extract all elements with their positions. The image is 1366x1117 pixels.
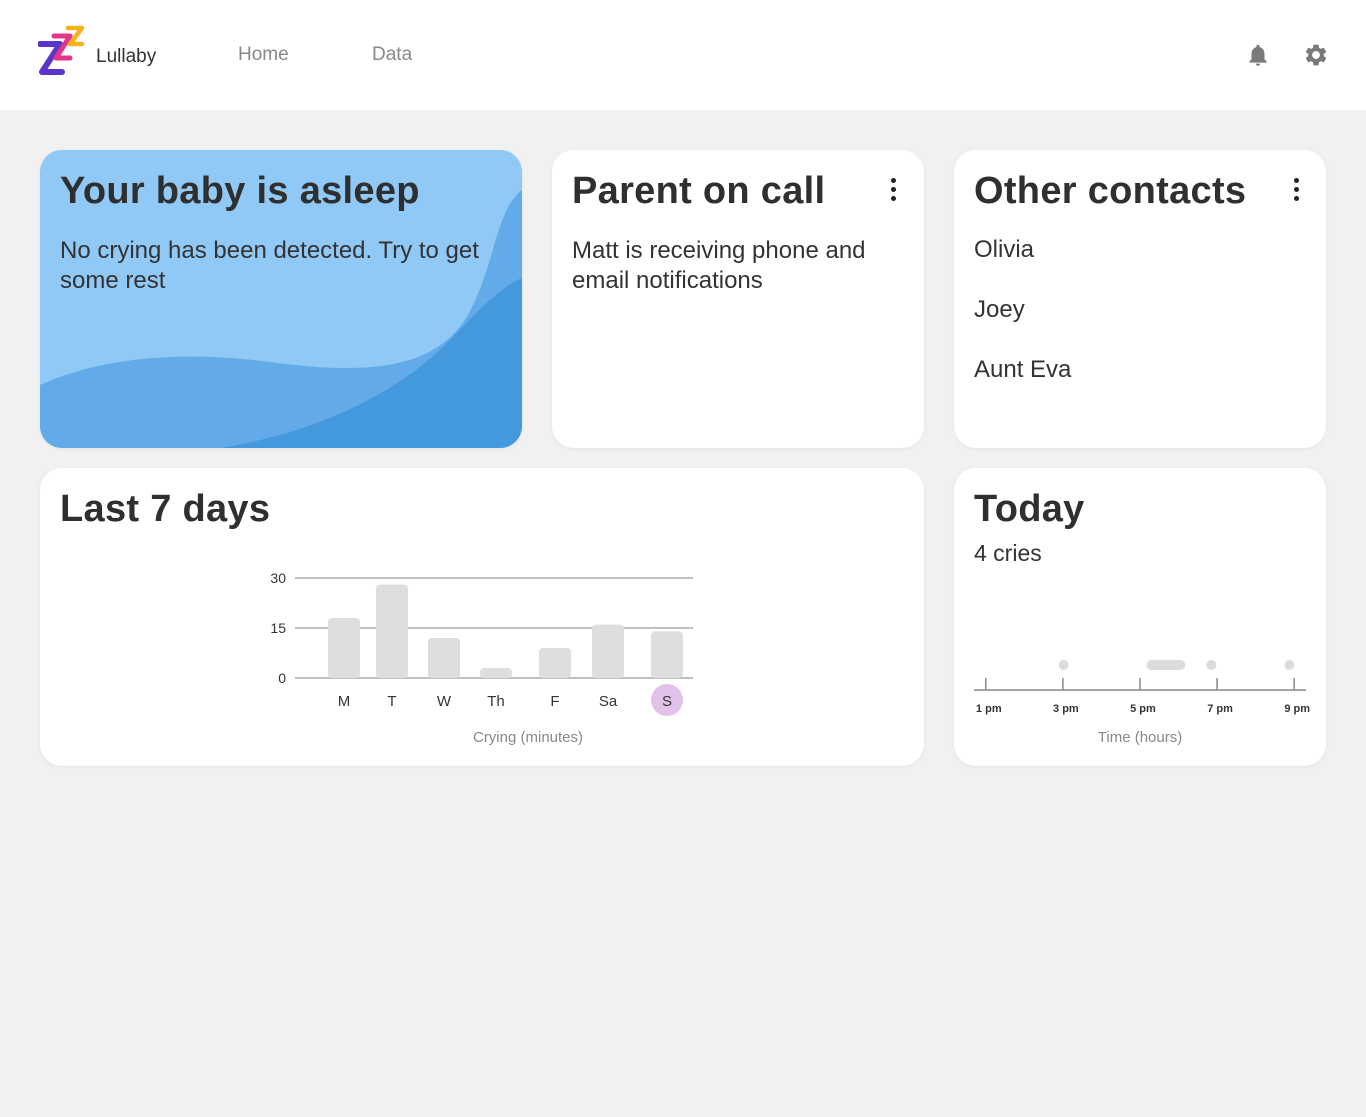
x-tick-label: S bbox=[662, 693, 672, 710]
brand-name: Lullaby bbox=[96, 46, 157, 67]
x-axis-title: Time (hours) bbox=[1098, 729, 1182, 746]
more-vertical-icon[interactable] bbox=[1290, 178, 1302, 206]
on-call-title: Parent on call bbox=[572, 170, 826, 212]
bell-icon[interactable] bbox=[1245, 42, 1271, 68]
x-tick-label: 7 pm bbox=[1207, 703, 1233, 715]
x-tick-label: Th bbox=[487, 693, 505, 710]
x-tick-label: T bbox=[387, 693, 396, 710]
gear-icon[interactable] bbox=[1303, 42, 1329, 68]
y-tick-label: 30 bbox=[270, 570, 286, 586]
baby-status-card: Your baby is asleep No crying has been d… bbox=[40, 150, 522, 448]
nav-data[interactable]: Data bbox=[372, 44, 412, 66]
x-tick-label: 9 pm bbox=[1284, 703, 1310, 715]
y-tick-label: 15 bbox=[270, 620, 286, 636]
bar-W bbox=[428, 638, 460, 678]
contacts-title: Other contacts bbox=[974, 170, 1247, 212]
cry-event-point bbox=[1284, 660, 1295, 670]
today-cries-timeline: 1 pm 3 pm 5 pm 7 pm 9 pm Time (hours) bbox=[974, 660, 1310, 746]
status-title: Your baby is asleep bbox=[60, 170, 420, 212]
today-card: Today 4 cries 1 pm 3 pm 5 pm 7 pm 9 pm Time (… bbox=[954, 468, 1326, 766]
bar-M bbox=[328, 618, 360, 678]
x-tick-label: 5 pm bbox=[1130, 703, 1156, 715]
x-tick-label: M bbox=[338, 693, 351, 710]
last-7-days-card: Last 7 days 0 15 30 M T W Th F Sa S Crying (minute… bbox=[40, 468, 924, 766]
contact-item[interactable]: Aunt Eva bbox=[974, 356, 1071, 384]
bar-T bbox=[376, 584, 408, 678]
x-axis-title: Crying (minutes) bbox=[473, 729, 583, 746]
x-tick-label: 3 pm bbox=[1053, 703, 1079, 715]
bar-Sa bbox=[592, 624, 624, 678]
parent-on-call-card: Parent on call Matt is receiving phone a… bbox=[552, 150, 924, 448]
x-tick-label: F bbox=[550, 693, 559, 710]
more-vertical-icon[interactable] bbox=[887, 178, 899, 206]
contact-item[interactable]: Joey bbox=[974, 296, 1025, 324]
x-tick-label: Sa bbox=[599, 693, 618, 710]
cry-event-point bbox=[1058, 660, 1069, 670]
bar-Th bbox=[480, 668, 512, 678]
x-tick-label: W bbox=[437, 693, 452, 710]
nav-home[interactable]: Home bbox=[238, 44, 289, 66]
x-tick-label: 1 pm bbox=[976, 703, 1002, 715]
cry-event-span bbox=[1146, 660, 1186, 670]
weekly-crying-bar-chart: 0 15 30 M T W Th F Sa S Crying (minutes) bbox=[270, 570, 693, 746]
y-tick-label: 0 bbox=[278, 670, 286, 686]
on-call-message: Matt is receiving phone and email notifi… bbox=[572, 237, 866, 294]
cry-event-point bbox=[1206, 660, 1217, 670]
bar-F bbox=[539, 648, 571, 678]
bar-S bbox=[651, 631, 683, 678]
lullaby-logo[interactable] bbox=[38, 24, 88, 76]
other-contacts-card: Other contacts Olivia Joey Aunt Eva bbox=[954, 150, 1326, 448]
top-app-bar: Lullaby Home Data bbox=[0, 0, 1366, 110]
contact-item[interactable]: Olivia bbox=[974, 236, 1034, 264]
status-message: No crying has been detected. Try to get … bbox=[60, 237, 479, 294]
